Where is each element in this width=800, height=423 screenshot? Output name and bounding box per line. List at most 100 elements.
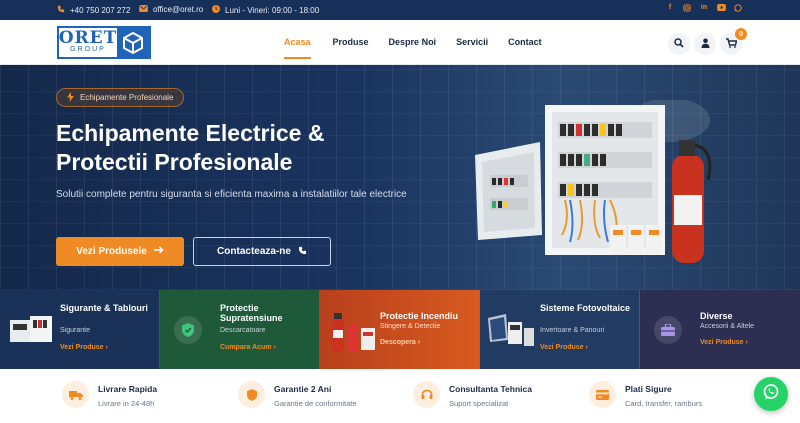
cart-button[interactable]: 0: [720, 28, 747, 55]
logo-subtext: GROUP: [70, 46, 106, 53]
toolbox-icon: [654, 316, 682, 344]
youtube-icon[interactable]: [717, 4, 726, 14]
cart-icon: [725, 35, 737, 53]
contact-button[interactable]: Contacteaza-ne: [193, 237, 331, 266]
clock-icon: [212, 5, 220, 15]
feature-warranty: Garantie 2 Ani Garantie de conformitate: [238, 381, 357, 408]
category-desc-diverse: Accesorii & Altele: [700, 323, 755, 330]
category-link-label: Vezi Produse: [540, 344, 584, 351]
feature-payments: Plati Sigure Card, transfer, ramburs: [589, 381, 702, 408]
features-bar: Livrare Rapida Livrare in 24-48h Garanti…: [0, 369, 800, 423]
category-desc-incendiu: Stingere & Detectie: [380, 323, 441, 330]
category-title-fotovoltaice: Sisteme Fotovoltaice: [540, 303, 631, 313]
top-bar: +40 750 207 272 office@oret.ro Luni - Vi…: [0, 0, 800, 20]
hero-subtitle: Solutii complete pentru siguranta si efi…: [56, 189, 407, 200]
feature-desc: Card, transfer, ramburs: [625, 399, 703, 408]
category-image-fotovoltaice: [486, 310, 536, 350]
logo-cube-icon: [117, 28, 149, 57]
user-icon: [701, 35, 710, 53]
feature-desc: Suport specializat: [449, 399, 509, 408]
feature-delivery: Livrare Rapida Livrare in 24-48h: [62, 381, 157, 408]
nav-servicii[interactable]: Servicii: [456, 37, 488, 47]
category-link-label: Descopera: [380, 339, 416, 346]
category-link-label: Vezi Produse: [700, 339, 744, 346]
category-title-incendiu: Protectie Incendiu: [380, 311, 459, 321]
envelope-icon: [139, 5, 148, 14]
category-desc-supratensiune: Descarcatoare: [220, 327, 266, 334]
card-icon: [589, 381, 616, 408]
category-strip: Sigurante & Tablouri Sigurante Vezi Prod…: [0, 290, 800, 369]
nav-despre-noi[interactable]: Despre Noi: [389, 37, 437, 47]
hero-badge: Echipamente Profesionale: [56, 88, 185, 107]
hero-title: Echipamente Electrice & Protectii Profes…: [56, 119, 436, 177]
topbar-email[interactable]: office@oret.ro: [139, 5, 203, 14]
contact-button-label: Contacteaza-ne: [217, 246, 291, 257]
feature-desc: Livrare in 24-48h: [98, 399, 155, 408]
headset-icon: [413, 381, 440, 408]
hero-badge-text: Echipamente Profesionale: [80, 93, 174, 102]
category-link-label: Vezi Produse: [60, 344, 104, 351]
arrow-right-icon: [153, 246, 164, 257]
category-card-sigurante[interactable]: Sigurante & Tablouri Sigurante Vezi Prod…: [0, 290, 160, 369]
feature-title: Consultanta Tehnica: [449, 384, 532, 394]
linkedin-icon[interactable]: in: [700, 4, 708, 14]
category-link-sigurante[interactable]: Vezi Produse ›: [60, 344, 108, 351]
topbar-hours: Luni - Vineri: 09:00 - 18:00: [212, 5, 319, 15]
logo-text: ORET: [58, 28, 118, 48]
nav-contact[interactable]: Contact: [508, 37, 542, 47]
topbar-email-text: office@oret.ro: [153, 5, 204, 14]
feature-title: Plati Sigure: [625, 384, 672, 394]
topbar-hours-text: Luni - Vineri: 09:00 - 18:00: [225, 5, 320, 15]
feature-title: Livrare Rapida: [98, 384, 158, 394]
nav-acasa[interactable]: Acasa: [284, 37, 311, 59]
logo[interactable]: ORET GROUP: [57, 26, 151, 59]
feature-desc: Garantie de conformitate: [274, 399, 357, 408]
logo-text-block: ORET GROUP: [59, 28, 117, 57]
category-card-incendiu[interactable]: Protectie Incendiu Stingere & Detectie D…: [320, 290, 480, 369]
account-button[interactable]: [694, 33, 716, 55]
phone-icon: [57, 5, 65, 15]
cart-count-badge: 0: [735, 28, 747, 40]
shield-icon: [238, 381, 265, 408]
shield-check-icon: [174, 316, 202, 344]
feature-title: Garantie 2 Ani: [274, 384, 332, 394]
hero-title-line1: Echipamente Electrice &: [56, 120, 325, 146]
category-card-supratensiune[interactable]: Protectie Supratensiune Descarcatoare Cu…: [160, 290, 320, 369]
whatsapp-chat-button[interactable]: [754, 377, 788, 411]
lightning-icon: [67, 91, 74, 104]
category-card-fotovoltaice[interactable]: Sisteme Fotovoltaice Invertoare & Panour…: [480, 290, 640, 369]
category-image-sigurante: [10, 312, 55, 344]
truck-icon: [62, 381, 89, 408]
category-title-supratensiune: Protectie Supratensiune: [220, 303, 283, 323]
topbar-phone-text: +40 750 207 272: [70, 5, 131, 15]
main-nav: Acasa Produse Despre Noi Servicii Contac…: [284, 37, 542, 59]
category-card-diverse[interactable]: Diverse Accesorii & Altele Vezi Produse …: [640, 290, 800, 369]
category-title-diverse: Diverse: [700, 311, 733, 321]
facebook-icon[interactable]: f: [666, 4, 674, 14]
category-link-supratensiune[interactable]: Cumpara Acum ›: [220, 344, 276, 351]
nav-produse[interactable]: Produse: [333, 37, 369, 47]
search-icon: [674, 35, 684, 53]
category-link-diverse[interactable]: Vezi Produse ›: [700, 339, 748, 346]
category-link-label: Cumpara Acum: [220, 344, 272, 351]
whatsapp-icon: [762, 383, 780, 406]
topbar-phone[interactable]: +40 750 207 272: [57, 5, 130, 15]
category-link-incendiu[interactable]: Descopera ›: [380, 339, 420, 346]
view-products-label: Vezi Produsele: [76, 246, 147, 257]
hero-product-image: [470, 98, 720, 280]
site-header: ORET GROUP Acasa Produse Despre Noi Serv…: [0, 20, 800, 65]
phone-icon: [298, 246, 307, 258]
category-title-sigurante: Sigurante & Tablouri: [60, 303, 148, 313]
category-desc-sigurante: Sigurante: [60, 327, 90, 334]
social-links: f in: [666, 4, 742, 14]
hero-title-line2: Protectii Profesionale: [56, 149, 293, 175]
category-link-fotovoltaice[interactable]: Vezi Produse ›: [540, 344, 588, 351]
whatsapp-small-icon[interactable]: [734, 4, 742, 14]
feature-consulting: Consultanta Tehnica Suport specializat: [413, 381, 532, 408]
hero-section: Echipamente Profesionale Echipamente Ele…: [0, 65, 800, 290]
search-button[interactable]: [668, 33, 690, 55]
category-desc-fotovoltaice: Invertoare & Panouri: [540, 327, 605, 334]
view-products-button[interactable]: Vezi Produsele: [56, 237, 184, 266]
instagram-icon[interactable]: [683, 4, 691, 14]
category-image-incendiu: [328, 308, 378, 353]
